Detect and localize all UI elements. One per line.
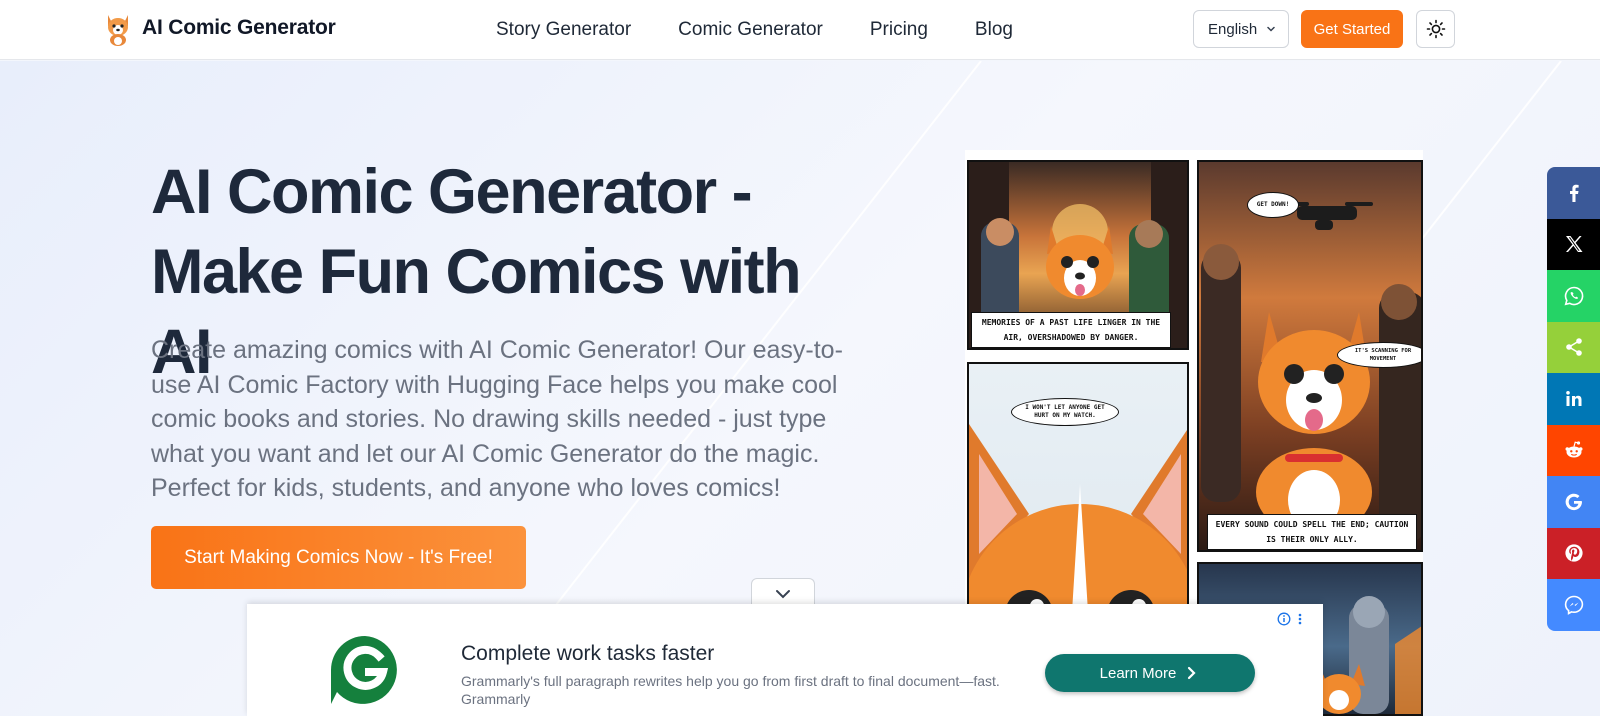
nav-blog[interactable]: Blog: [975, 19, 1013, 41]
brand-logo[interactable]: AI Comic Generator: [104, 9, 336, 47]
comic-panel-1: Memories of a past life linger in the ai…: [967, 160, 1189, 350]
more-options-icon[interactable]: [1297, 612, 1303, 626]
main-nav: Story Generator Comic Generator Pricing …: [496, 0, 1060, 60]
grammarly-logo-icon: [331, 636, 397, 704]
messenger-icon: [1564, 595, 1583, 615]
share-pinterest-button[interactable]: [1547, 527, 1600, 579]
chevron-right-icon: [1188, 666, 1196, 680]
reddit-icon: [1565, 441, 1582, 458]
share-sharethis-button[interactable]: [1547, 321, 1600, 373]
share-messenger-button[interactable]: [1547, 579, 1600, 631]
nav-comic-generator[interactable]: Comic Generator: [678, 19, 823, 41]
ad-body: Grammarly's full paragraph rewrites help…: [461, 673, 1000, 707]
share-linkedin-button[interactable]: [1547, 373, 1600, 425]
ad-learn-more-button[interactable]: Learn More: [1045, 654, 1255, 692]
google-icon: [1565, 493, 1582, 510]
start-making-comics-button[interactable]: Start Making Comics Now - It's Free!: [151, 526, 526, 589]
hero-description: Create amazing comics with AI Comic Gene…: [151, 336, 843, 502]
info-icon[interactable]: [1277, 612, 1291, 626]
chevron-down-icon: [776, 589, 790, 598]
nav-pricing[interactable]: Pricing: [870, 19, 928, 41]
pinterest-icon: [1564, 544, 1583, 562]
sun-icon: [1426, 19, 1445, 39]
language-select[interactable]: English: [1193, 10, 1289, 48]
ad-title: Complete work tasks faster: [461, 642, 715, 665]
ad-learn-more-label: Learn More: [1099, 664, 1177, 682]
share-bar: [1547, 167, 1600, 631]
x-icon: [1565, 236, 1582, 253]
facebook-icon: [1569, 184, 1579, 202]
panel3-bubble: I won't let anyone get hurt on my watch.: [1011, 398, 1119, 426]
get-started-button[interactable]: Get Started: [1301, 10, 1403, 48]
comic-panel-2: Get down! It's scanning for movement Eve…: [1197, 160, 1423, 552]
share-facebook-button[interactable]: [1547, 167, 1600, 219]
panel2-caption: Every sound could spell the end; caution…: [1207, 514, 1417, 550]
chevron-down-icon: [1267, 26, 1275, 32]
ad-banner: Complete work tasks faster Grammarly's f…: [247, 604, 1323, 716]
share-reddit-button[interactable]: [1547, 424, 1600, 476]
language-value: English: [1208, 20, 1258, 38]
hero-title-line1: AI Comic Generator -: [151, 157, 753, 227]
panel1-caption: Memories of a past life linger in the ai…: [971, 312, 1171, 348]
share-google-button[interactable]: [1547, 476, 1600, 528]
share-x-button[interactable]: [1547, 218, 1600, 270]
brand-name: AI Comic Generator: [142, 16, 336, 39]
panel2-bubble-get-down: Get down!: [1247, 192, 1299, 218]
share-icon: [1565, 338, 1582, 357]
nav-story-generator[interactable]: Story Generator: [496, 19, 631, 41]
panel2-bubble-scanning: It's scanning for movement: [1337, 342, 1421, 368]
site-header: AI Comic Generator Story Generator Comic…: [0, 0, 1600, 60]
corgi-logo-icon: [108, 15, 128, 46]
whatsapp-icon: [1564, 286, 1583, 306]
linkedin-icon: [1565, 390, 1581, 406]
share-whatsapp-button[interactable]: [1547, 270, 1600, 322]
ad-info-controls: [1277, 612, 1303, 626]
theme-toggle-button[interactable]: [1416, 10, 1455, 48]
